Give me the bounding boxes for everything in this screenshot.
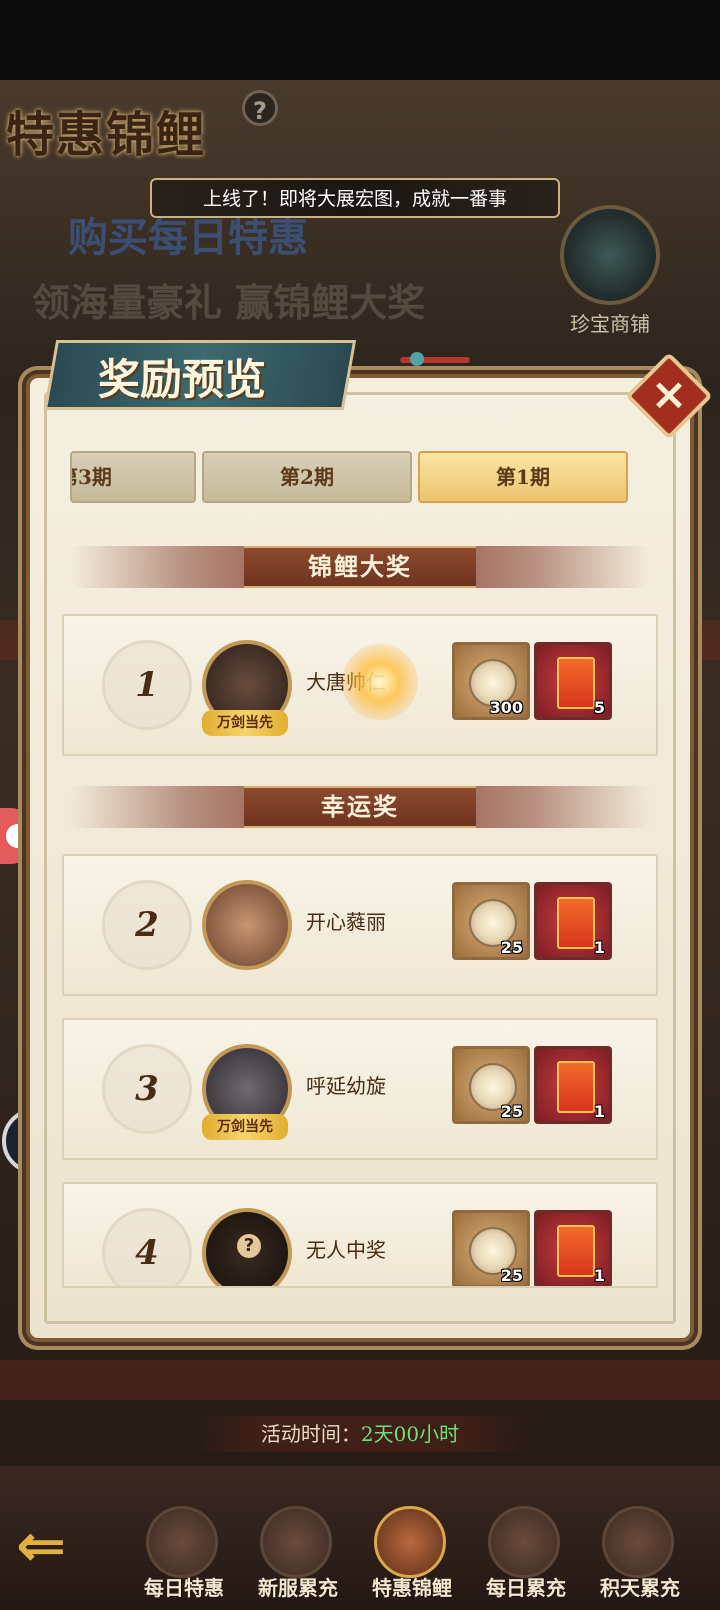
red-envelope-reward-icon[interactable]: 1 [534, 882, 612, 960]
winner-name: 开心蕤丽 [306, 910, 386, 934]
coin-reward-icon[interactable]: 25 [452, 1046, 530, 1124]
winner-avatar[interactable] [202, 880, 292, 970]
tab-label: 第3期 [72, 465, 112, 489]
reward-quantity: 1 [593, 1102, 605, 1121]
reward-quantity: 25 [500, 938, 523, 957]
event-timer-value: 2天00小时 [360, 1422, 460, 1446]
gamepad-icon [6, 824, 30, 848]
reward-quantity: 1 [593, 1266, 605, 1285]
prize-row-3: 3 万剑当先 呼延幼旋 25 1 [62, 1018, 658, 1160]
jade-knot-decoration [410, 352, 424, 366]
cumulative-recharge-icon [602, 1506, 674, 1578]
coin-reward-icon[interactable]: 25 [452, 1210, 530, 1286]
nav-label: 每日特惠 [144, 1576, 224, 1600]
prize-row-2: 2 开心蕤丽 25 1 [62, 854, 658, 996]
reward-quantity: 25 [500, 1266, 523, 1285]
daily-recharge-icon [488, 1506, 560, 1578]
back-arrow-icon[interactable]: ⇐ [16, 1516, 116, 1586]
tab-label: 第1期 [496, 465, 550, 489]
rank-badge: 1 [102, 640, 192, 730]
rank-badge: 2 [102, 880, 192, 970]
treasure-shop-label[interactable]: 珍宝商铺 [550, 308, 670, 337]
daily-deals-icon [146, 1506, 218, 1578]
decor-stripe [0, 1360, 720, 1400]
tab-period-2[interactable]: 第2期 [202, 451, 412, 503]
title-badge: 万剑当先 [202, 710, 288, 736]
rank-badge: 3 [102, 1044, 192, 1134]
tab-period-3[interactable]: 第3期 [70, 451, 196, 503]
tab-period-1[interactable]: 第1期 [418, 451, 628, 503]
treasure-shop-icon[interactable] [560, 205, 660, 305]
coin-reward-icon[interactable]: 300 [452, 642, 530, 720]
nav-daily-deals[interactable]: 每日特惠 [126, 1506, 242, 1610]
help-icon[interactable]: ? [242, 90, 278, 126]
title-badge: 万剑当先 [202, 1114, 288, 1140]
section-title-grand-prize: 锦鲤大奖 [244, 546, 476, 588]
tab-label: 第2期 [280, 465, 334, 489]
red-envelope-reward-icon[interactable]: 5 [534, 642, 612, 720]
activity-title: 特惠锦鲤 [6, 107, 207, 163]
nav-koi-deals[interactable]: 特惠锦鲤 [354, 1506, 470, 1610]
winner-name: 无人中奖 [306, 1238, 386, 1262]
close-icon[interactable]: × [638, 365, 700, 427]
announcement-marquee: 上线了！即将大展宏图，成就一番事 [150, 178, 560, 218]
nav-new-server-recharge[interactable]: 新服累充 [240, 1506, 356, 1610]
prize-row-4: 4 ? 无人中奖 25 1 [62, 1182, 658, 1288]
promo-line-2: 领海量豪礼 赢锦鲤大奖 [32, 280, 426, 325]
modal-title: 奖励预览 [98, 355, 267, 404]
koi-deals-icon [374, 1506, 446, 1578]
section-title-lucky-prize: 幸运奖 [244, 786, 476, 828]
nav-label: 每日累充 [486, 1576, 566, 1600]
rank-badge: 4 [102, 1208, 192, 1286]
status-bar [0, 0, 720, 80]
nav-label: 积天累充 [600, 1576, 680, 1600]
reward-quantity: 25 [500, 1102, 523, 1121]
event-timer: 活动时间：2天00小时 [190, 1416, 530, 1452]
new-server-recharge-icon [260, 1506, 332, 1578]
red-envelope-reward-icon[interactable]: 1 [534, 1046, 612, 1124]
reward-quantity: 300 [489, 698, 523, 717]
winner-name: 呼延幼旋 [306, 1074, 386, 1098]
sparkle-effect [342, 644, 418, 720]
question-mark-icon: ? [237, 1234, 261, 1258]
coin-reward-icon[interactable]: 25 [452, 882, 530, 960]
unknown-avatar: ? [202, 1208, 292, 1286]
red-envelope-reward-icon[interactable]: 1 [534, 1210, 612, 1286]
event-timer-label: 活动时间： [260, 1422, 361, 1446]
nav-label: 新服累充 [258, 1576, 338, 1600]
nav-daily-recharge[interactable]: 每日累充 [468, 1506, 584, 1610]
reward-quantity: 1 [593, 938, 605, 957]
nav-cumulative-days-recharge[interactable]: 积天累充 [582, 1506, 698, 1610]
reward-quantity: 5 [593, 698, 605, 717]
nav-label: 特惠锦鲤 [372, 1576, 452, 1600]
